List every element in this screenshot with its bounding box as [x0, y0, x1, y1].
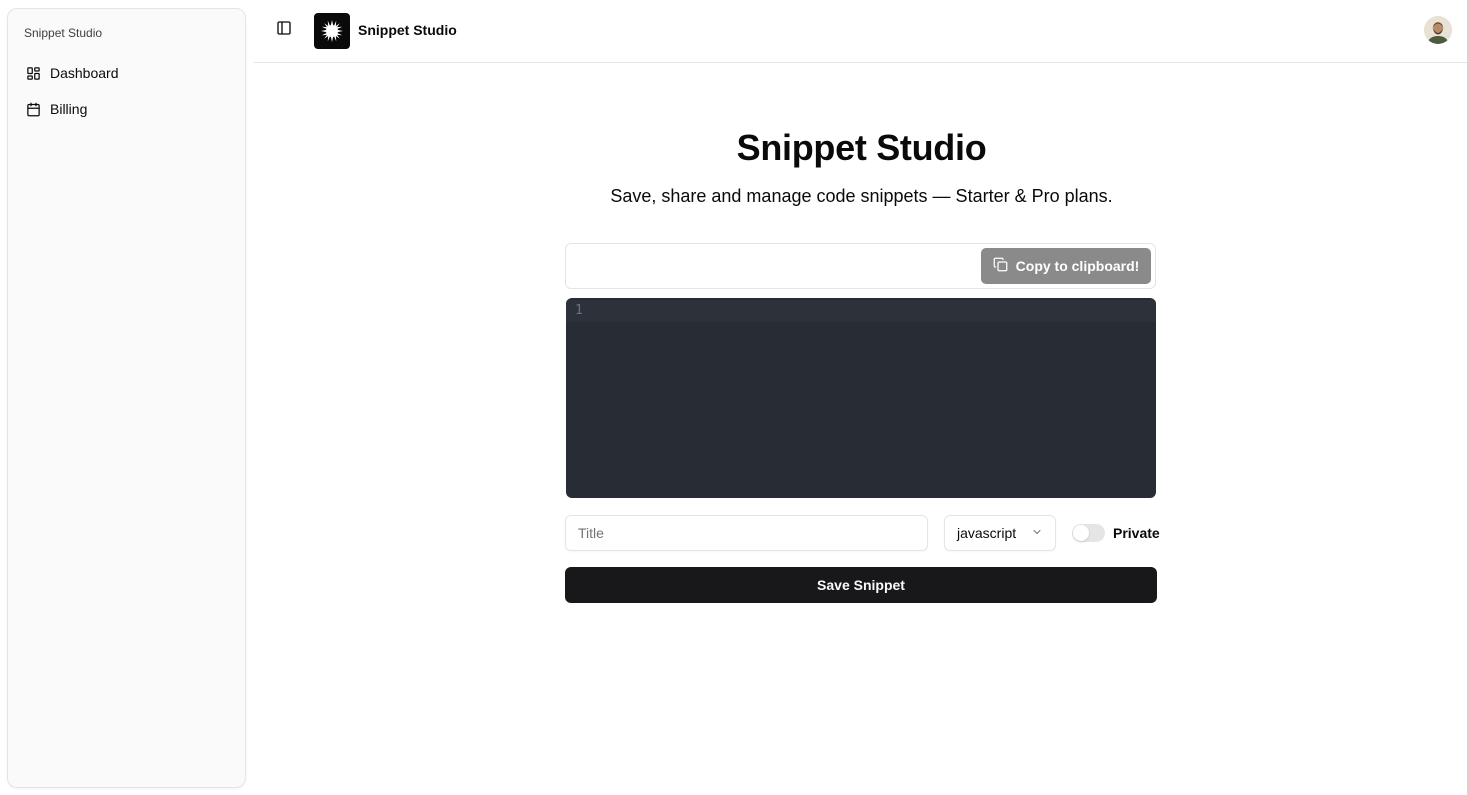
line-number: 1	[575, 303, 583, 318]
language-select-value: javascript	[957, 525, 1017, 541]
copy-button-label: Copy to clipboard!	[1015, 258, 1140, 274]
code-toolbar: Copy to clipboard!	[565, 243, 1156, 289]
topbar: Snippet Studio	[254, 0, 1469, 63]
sidebar-item-billing[interactable]: Billing	[16, 93, 238, 125]
save-snippet-button[interactable]: Save Snippet	[565, 567, 1157, 603]
layout-dashboard-icon	[25, 65, 41, 81]
active-line-highlight	[566, 300, 1156, 322]
user-avatar[interactable]	[1424, 16, 1452, 44]
calendar-icon	[25, 101, 41, 117]
sidebar: Snippet Studio Dashboard Billing	[7, 8, 246, 788]
starburst-logo-icon[interactable]	[314, 13, 350, 49]
chevron-down-icon	[1031, 525, 1043, 541]
private-toggle-label[interactable]: Private	[1113, 525, 1160, 541]
language-select[interactable]: javascript	[944, 515, 1056, 551]
page-subtitle: Save, share and manage code snippets — S…	[610, 186, 1113, 206]
sidebar-group-label: Snippet Studio	[24, 26, 103, 40]
sidebar-toggle-button[interactable]	[272, 18, 296, 42]
toggle-knob	[1073, 525, 1089, 541]
code-editor[interactable]: 1	[566, 298, 1156, 498]
page-title: Snippet Studio	[736, 127, 987, 168]
private-toggle[interactable]	[1072, 524, 1105, 542]
brand-name: Snippet Studio	[358, 22, 457, 38]
sidebar-item-label: Dashboard	[50, 65, 119, 81]
sidebar-item-label: Billing	[50, 101, 88, 117]
copy-to-clipboard-button[interactable]: Copy to clipboard!	[981, 248, 1151, 284]
copy-icon	[993, 257, 1008, 275]
panel-left-icon	[276, 20, 292, 41]
sidebar-item-dashboard[interactable]: Dashboard	[16, 57, 238, 89]
title-input[interactable]	[565, 515, 928, 551]
